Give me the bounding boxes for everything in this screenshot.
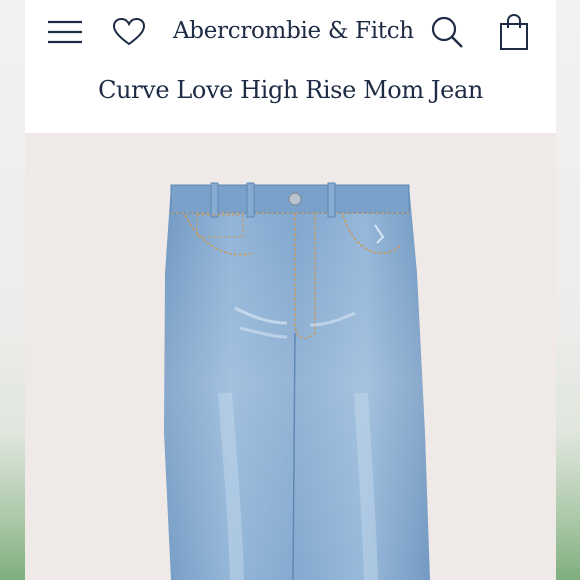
shopping-bag-icon[interactable] — [494, 12, 534, 52]
jeans-illustration — [164, 182, 430, 580]
product-image[interactable] — [25, 133, 556, 580]
heart-icon[interactable] — [109, 12, 149, 52]
brand-logo[interactable]: Abercrombie & Fitch — [173, 14, 414, 48]
hamburger-menu-icon[interactable] — [45, 12, 85, 52]
search-icon[interactable] — [427, 12, 467, 52]
blurred-left-margin — [0, 0, 25, 580]
product-title: Curve Love High Rise Mom Jean — [98, 76, 483, 104]
product-page: Abercrombie & Fitch Curve Love High Rise… — [25, 0, 556, 580]
jeans-button — [288, 192, 302, 206]
top-nav-bar: Abercrombie & Fitch — [25, 0, 556, 64]
blurred-right-margin — [556, 0, 580, 580]
